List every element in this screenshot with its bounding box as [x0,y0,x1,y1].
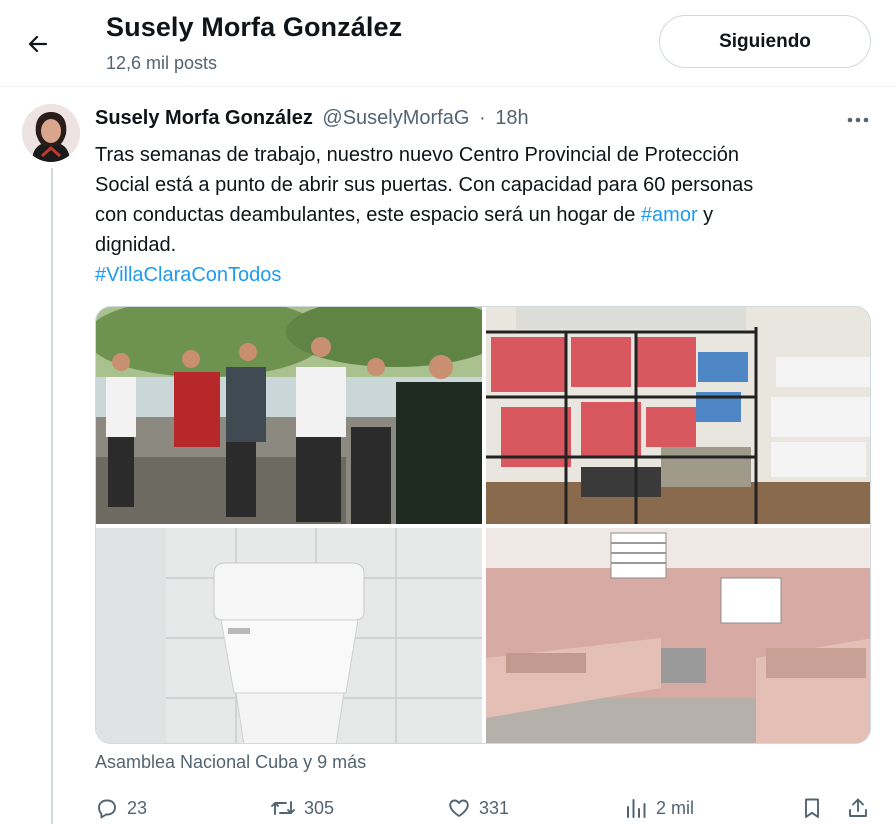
tweet-text-line: dignidad. [95,234,177,256]
following-button[interactable]: Siguiendo [659,15,871,68]
share-icon [849,798,867,817]
tweet-text-fragment: con conductas deambulantes, este espacio… [95,204,641,226]
bookmark-icon [805,798,819,818]
share-button[interactable] [846,794,878,822]
post-count: 12,6 mil posts [106,53,218,73]
thread-line [51,168,53,824]
photo-toilet[interactable] [96,528,482,743]
profile-header: Susely Morfa González 12,6 mil posts Sig… [0,0,896,87]
like-icon [449,799,469,817]
views-button[interactable]: 2 mil [624,794,694,822]
tagged-users-link[interactable]: Asamblea Nacional Cuba y 9 más [95,752,366,773]
reply-button[interactable]: 23 [95,794,147,822]
repost-button[interactable]: 305 [270,794,334,822]
hashtag-amor-link[interactable]: #amor [641,204,698,226]
tweet-text: Tras semanas de trabajo, nuestro nuevo C… [95,140,855,290]
views-count: 2 mil [656,797,695,818]
more-options-button[interactable] [840,106,876,134]
reply-icon [98,799,116,819]
avatar[interactable] [22,104,80,162]
hashtag-villaclara-link[interactable]: #VillaClaraConTodos [95,260,855,290]
repost-count: 305 [304,797,335,818]
tweet-text-line: Social está a punto de abrir sus puertas… [95,174,754,196]
photo-wash-room[interactable] [486,528,870,743]
photo-towel-shelves[interactable] [486,307,870,524]
meta-separator: · [478,107,486,129]
tweet-text-line: con conductas deambulantes, este espacio… [95,200,855,230]
tweet-text-line: Tras semanas de trabajo, nuestro nuevo C… [95,144,740,166]
tweet-text-fragment: y [697,204,714,226]
author-handle[interactable]: @SuselyMorfaG [322,107,469,129]
post-time[interactable]: 18h [495,107,528,129]
back-arrow-icon [28,35,48,53]
photo-group-outdoors[interactable] [96,307,482,524]
author-name[interactable]: Susely Morfa González [95,107,313,129]
like-count: 331 [479,797,510,818]
author-line: Susely Morfa González @SuselyMorfaG · 18… [95,107,529,130]
bookmark-button[interactable] [800,794,832,822]
views-icon [627,799,646,818]
more-icon [847,117,869,123]
media-grid [95,306,871,744]
repost-icon [271,801,295,815]
back-button[interactable] [18,24,58,64]
like-button[interactable]: 331 [447,794,509,822]
reply-count: 23 [127,797,148,818]
profile-name-title: Susely Morfa González [106,12,403,42]
